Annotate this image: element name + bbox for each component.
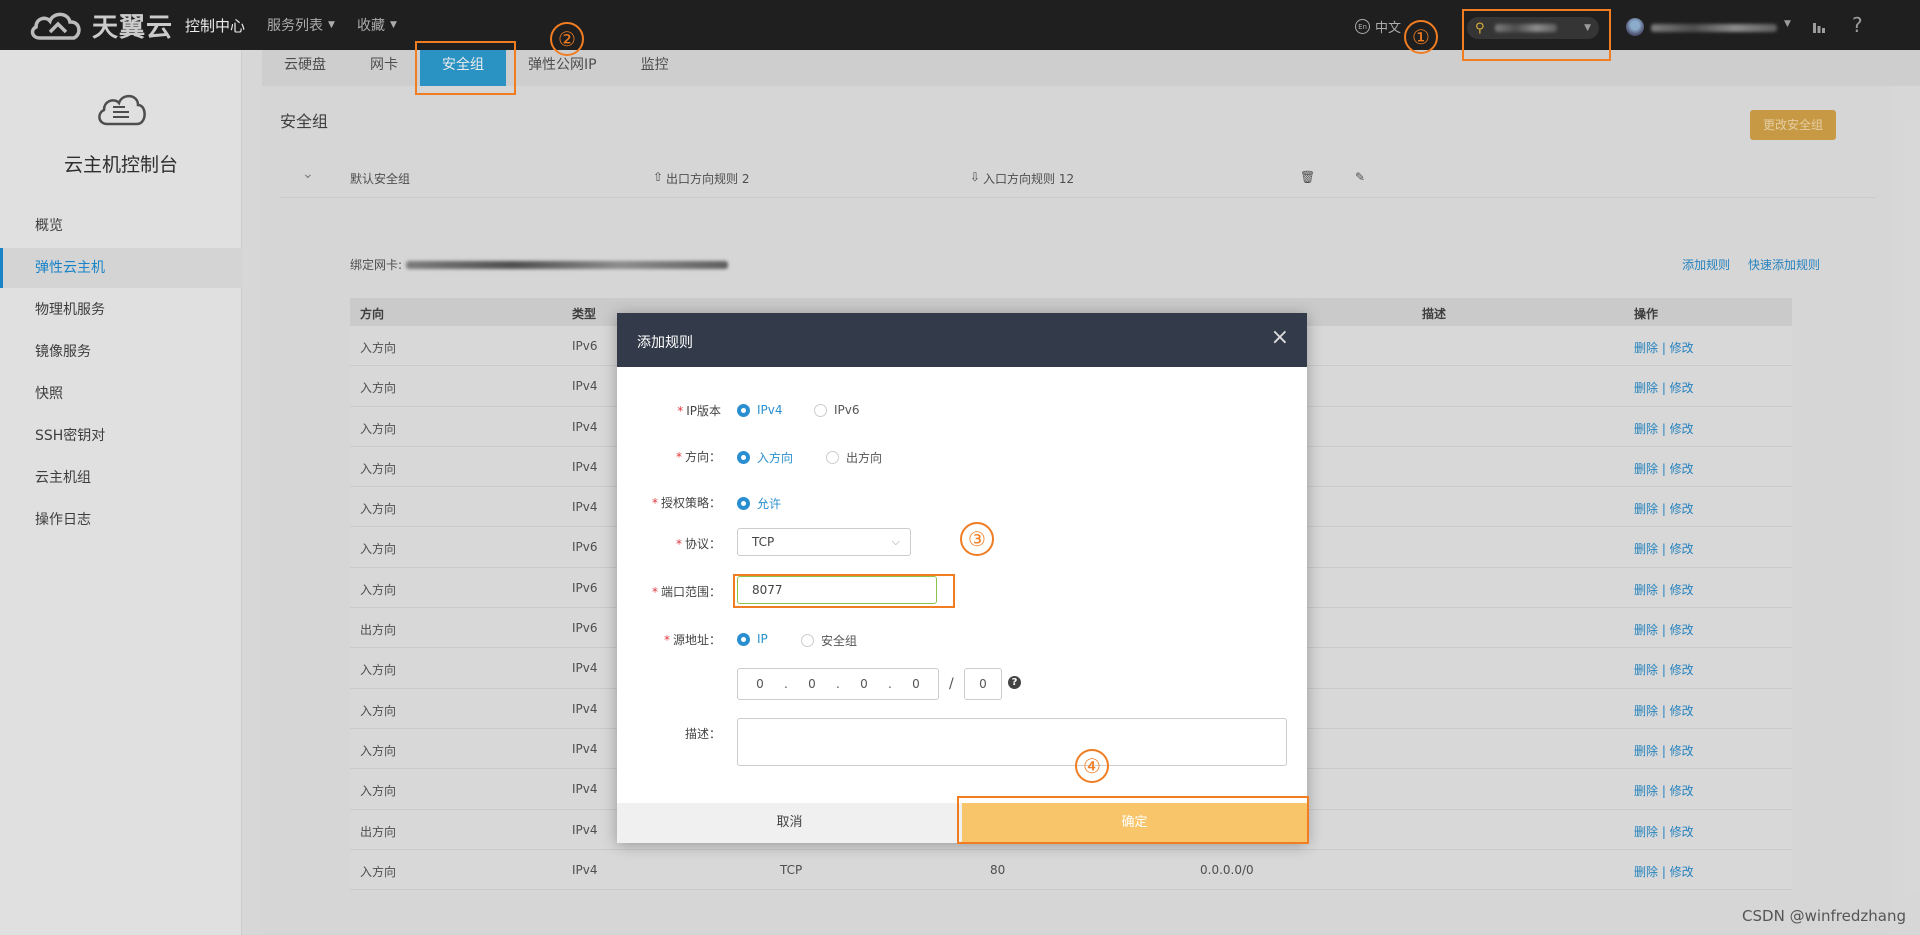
watermark: CSDN @winfredzhang [1742, 907, 1906, 925]
direction-row: * 方向： 入方向 出方向 [617, 441, 1307, 471]
dialog-title: 添加规则 [637, 335, 693, 351]
ip-dot: . [888, 677, 892, 691]
policy-allow-radio[interactable]: 允许 [737, 495, 781, 512]
add-rule-dialog: 添加规则 × * IP版本 IPv4 IPv6 * 方向： 入方向 出方向 * 授权策… [617, 313, 1307, 843]
annotation-box-port [733, 574, 955, 608]
annotation-number-4: ④ [1075, 749, 1109, 783]
protocol-select[interactable]: TCP ⌵ [737, 528, 911, 556]
ip-dot: . [784, 677, 788, 691]
annotation-box-region [1462, 9, 1611, 61]
cidr-slash: / [949, 676, 954, 692]
direction-label: * 方向： [675, 450, 721, 464]
cidr-mask-input[interactable]: 0 [964, 668, 1002, 700]
description-textarea[interactable] [737, 718, 1287, 766]
ip-version-ipv4-radio[interactable]: IPv4 [737, 403, 783, 417]
protocol-label: * 协议： [675, 537, 721, 551]
cancel-button[interactable]: 取消 [617, 803, 962, 843]
ip-version-row: * IP版本 IPv4 IPv6 [617, 395, 1307, 425]
help-circle-icon[interactable]: ? [1008, 676, 1021, 689]
annotation-number-1: ① [1404, 20, 1438, 54]
ip-address-input[interactable]: 0 . 0 . 0 . 0 [737, 668, 939, 700]
source-security-group-radio[interactable]: 安全组 [801, 632, 857, 649]
policy-row: * 授权策略： 允许 [617, 487, 1307, 517]
description-label: 描述： [684, 727, 721, 741]
annotation-box-confirm [957, 796, 1309, 844]
direction-outbound-radio[interactable]: 出方向 [826, 449, 882, 466]
close-icon[interactable]: × [1271, 327, 1289, 349]
port-label: * 端口范围： [651, 585, 721, 599]
description-row: 描述： [617, 718, 1307, 766]
protocol-value: TCP [752, 535, 775, 549]
annotation-number-3: ③ [960, 522, 994, 556]
annotation-box-tab [415, 41, 516, 95]
source-label: * 源地址： [663, 633, 721, 647]
direction-inbound-radio[interactable]: 入方向 [737, 449, 793, 466]
annotation-number-2: ② [550, 22, 584, 56]
ip-octet-4[interactable]: 0 [912, 677, 920, 691]
chevron-down-icon: ⌵ [891, 535, 900, 548]
policy-label: * 授权策略： [651, 496, 721, 510]
ip-version-label: * IP版本 [677, 404, 721, 418]
source-ip-radio[interactable]: IP [737, 632, 768, 646]
ip-version-ipv6-radio[interactable]: IPv6 [814, 403, 860, 417]
ip-dot: . [836, 677, 840, 691]
port-row: * 端口范围： 8077 [617, 576, 1307, 606]
ip-octet-1[interactable]: 0 [756, 677, 764, 691]
ip-octet-3[interactable]: 0 [860, 677, 868, 691]
ip-address-row: 0 . 0 . 0 . 0 / 0 ? [617, 668, 1307, 700]
ip-octet-2[interactable]: 0 [808, 677, 816, 691]
dialog-header: 添加规则 × [617, 313, 1307, 367]
source-row: * 源地址： IP 安全组 [617, 624, 1307, 654]
